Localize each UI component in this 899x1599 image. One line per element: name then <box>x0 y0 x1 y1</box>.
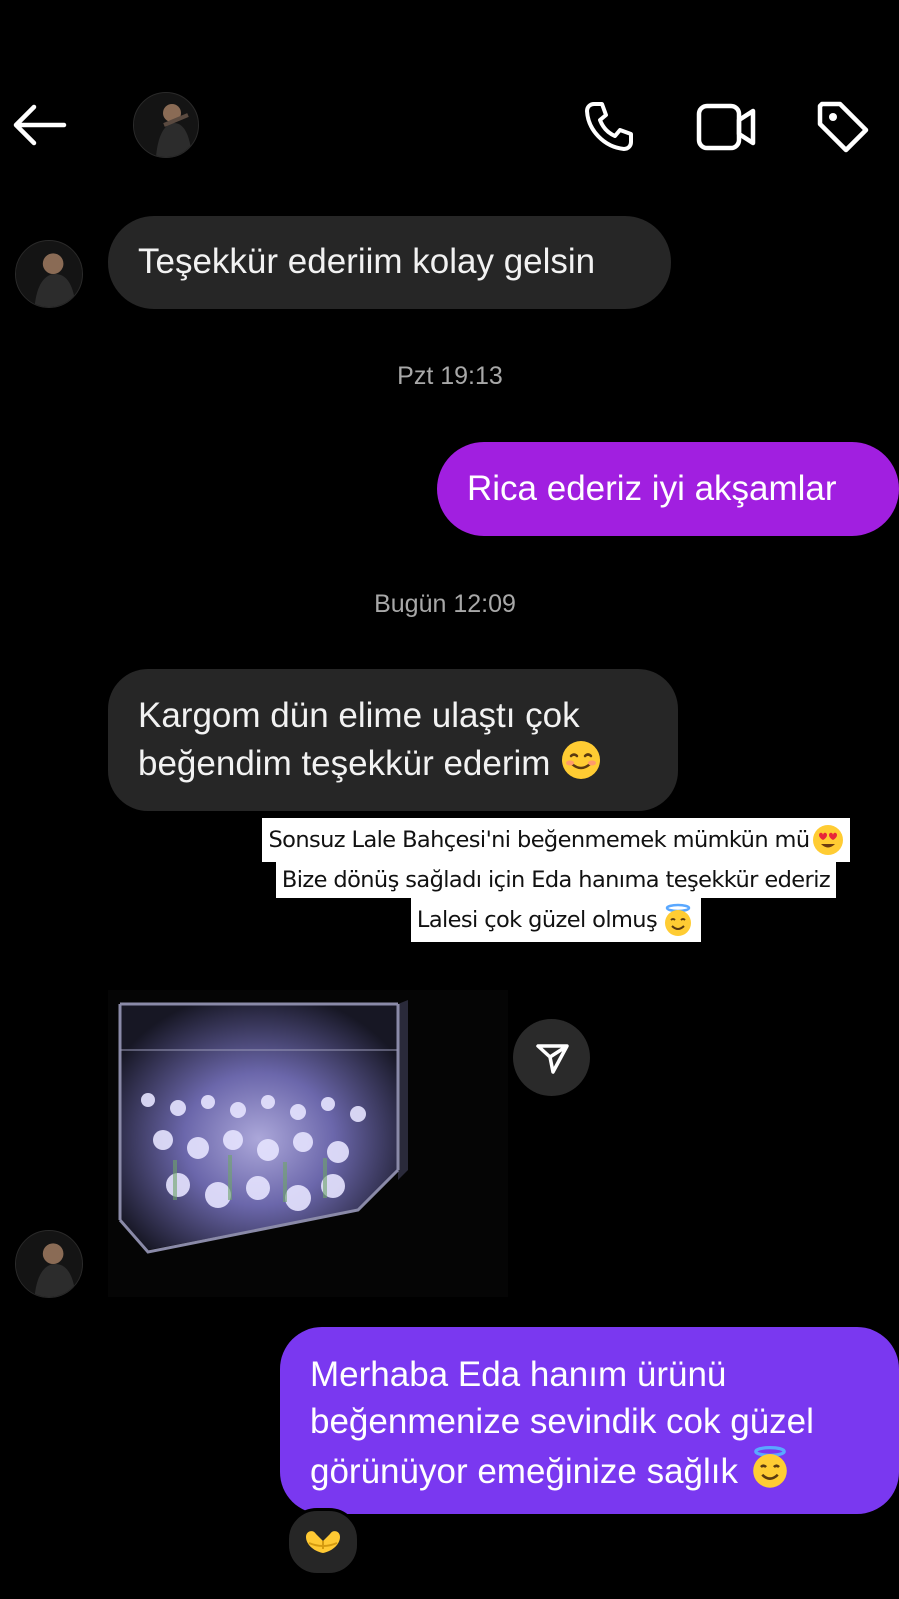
sender-avatar[interactable] <box>15 240 83 308</box>
tulip-box-image <box>108 990 508 1297</box>
caption-line: Bize dönüş sağladı için Eda hanıma teşek… <box>275 862 837 898</box>
message-outgoing[interactable]: Rica ederiz iyi akşamlar <box>437 442 899 536</box>
message-text-line: Kargom dün elime ulaştı çok <box>138 696 580 735</box>
share-button[interactable] <box>513 1019 590 1096</box>
timestamp: Bugün 12:09 <box>374 590 516 618</box>
message-incoming[interactable]: Kargom dün elime ulaştı çok beğendim teş… <box>108 669 678 811</box>
video-call-button[interactable] <box>696 100 758 154</box>
timestamp: Pzt 19:13 <box>397 362 503 390</box>
back-button[interactable] <box>10 100 68 150</box>
message-incoming[interactable]: Teşekkür ederiim kolay gelsin <box>108 216 671 309</box>
story-image[interactable] <box>108 990 508 1297</box>
sender-avatar[interactable] <box>15 1230 83 1298</box>
tag-button[interactable] <box>814 98 872 156</box>
message-text: Rica ederiz iyi akşamlar <box>467 469 837 508</box>
header-avatar[interactable] <box>133 92 199 158</box>
smiling-face-icon <box>560 739 602 781</box>
video-camera-icon <box>696 103 756 151</box>
caption-line: Sonsuz Lale Bahçesi'ni beğenmemek mümkün… <box>262 818 850 862</box>
message-reaction[interactable] <box>286 1508 360 1576</box>
message-text-line: Merhaba Eda hanım ürünü <box>310 1355 727 1394</box>
angel-face-icon <box>748 1445 792 1489</box>
message-text: Teşekkür ederiim kolay gelsin <box>138 242 596 281</box>
tag-icon <box>817 101 869 153</box>
arrow-left-icon <box>13 104 67 146</box>
heart-eyes-icon <box>812 824 844 856</box>
call-button[interactable] <box>580 98 636 154</box>
story-caption: Sonsuz Lale Bahçesi'ni beğenmemek mümkün… <box>236 818 876 942</box>
angel-face-icon <box>661 903 695 937</box>
caption-line: Lalesi çok güzel olmuş <box>410 898 702 942</box>
phone-icon <box>585 102 633 151</box>
heart-hands-icon <box>306 1531 340 1553</box>
message-text-line: görünüyor emeğinize sağlık <box>310 1445 869 1495</box>
message-text-line: beğendim teşekkür ederim <box>138 739 648 787</box>
message-outgoing[interactable]: Merhaba Eda hanım ürünü beğenmenize sevi… <box>280 1327 899 1514</box>
message-text-line: beğenmenize sevindik cok güzel <box>310 1402 814 1441</box>
paper-plane-icon <box>536 1044 569 1074</box>
